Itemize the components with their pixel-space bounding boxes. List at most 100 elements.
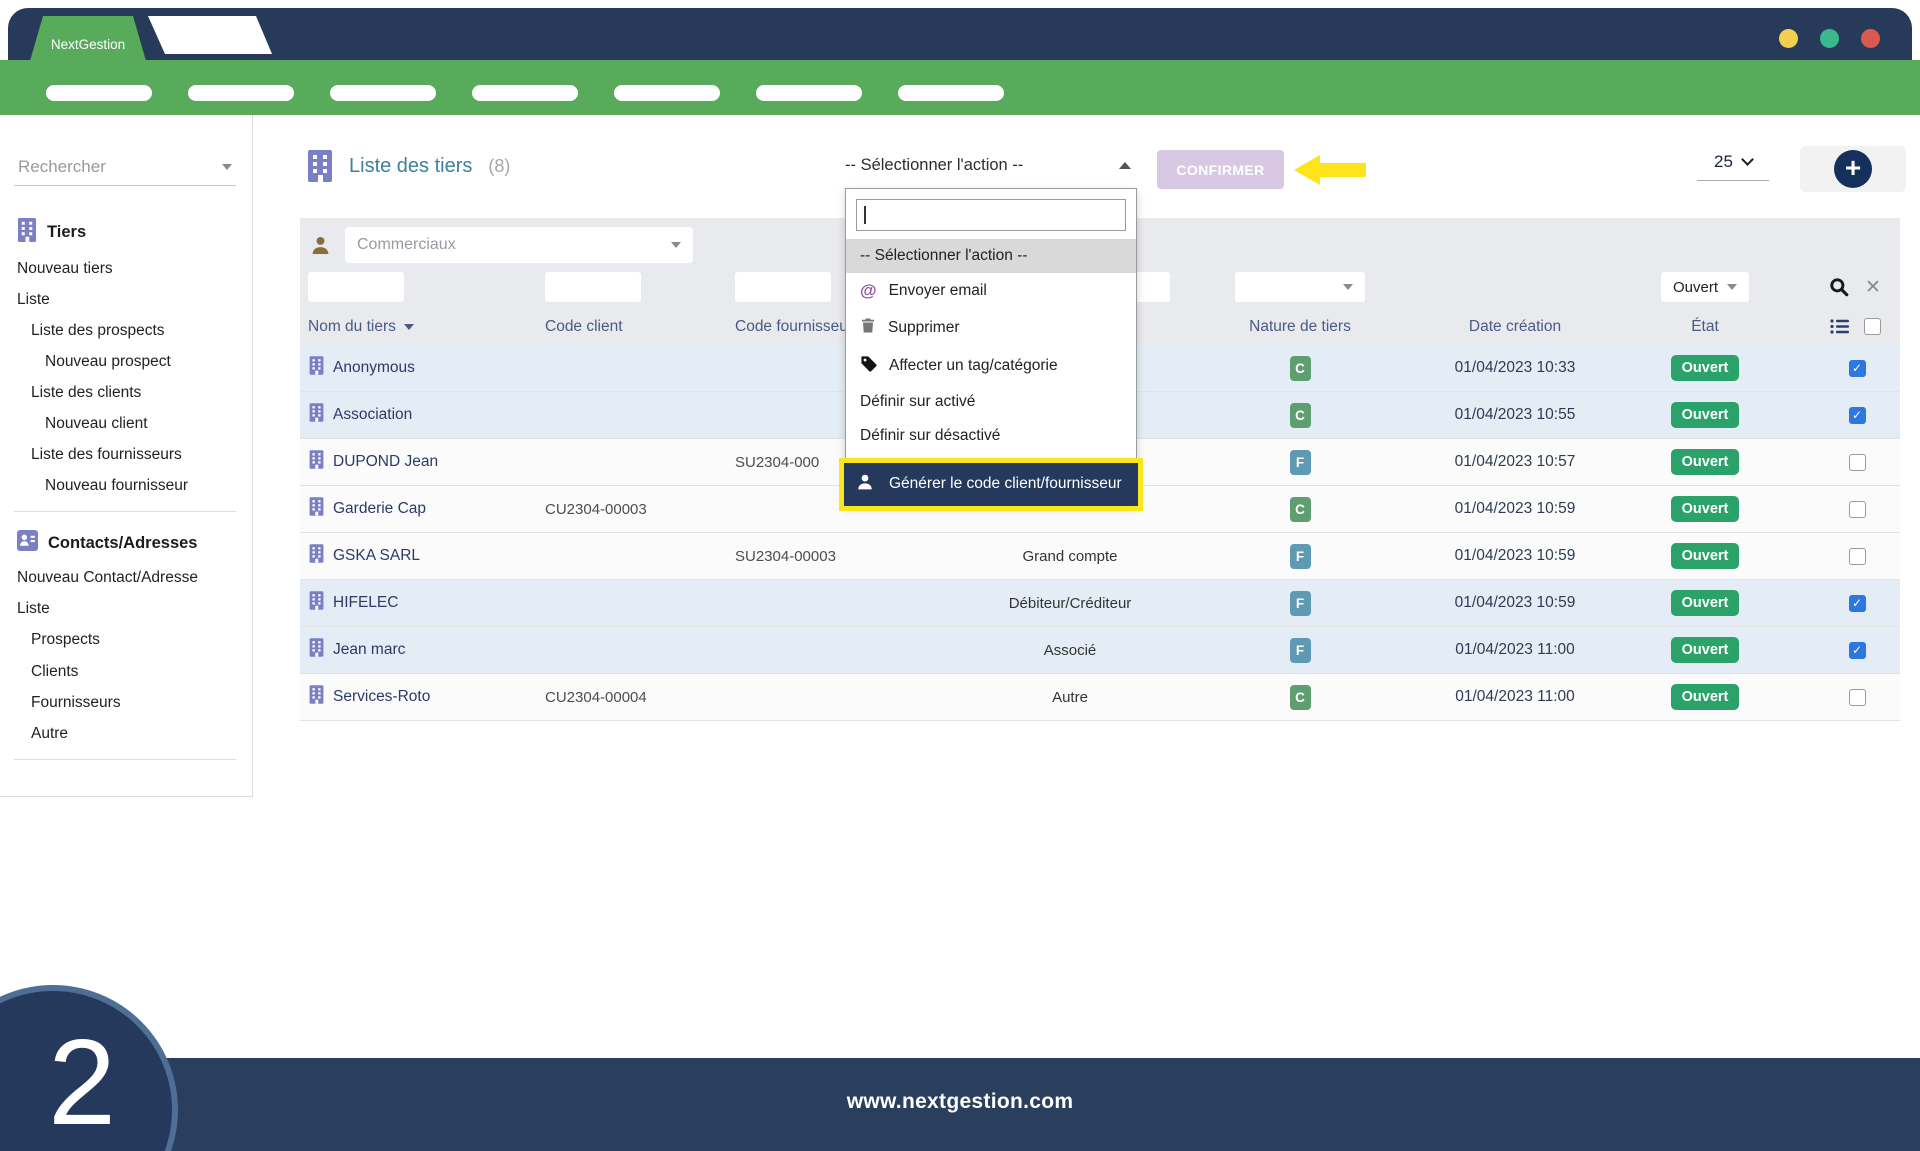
nav-menu-pill[interactable] xyxy=(330,85,436,101)
sidebar-item-liste[interactable]: Liste xyxy=(0,284,252,315)
row-checkbox[interactable] xyxy=(1849,689,1866,706)
date-creation-cell: 01/04/2023 11:00 xyxy=(1400,688,1630,706)
commercial-filter-select[interactable]: Commerciaux xyxy=(345,227,693,263)
chevron-down-icon xyxy=(1343,284,1353,290)
confirm-button[interactable]: CONFIRMER xyxy=(1157,150,1284,189)
dropdown-item-envoyer-email[interactable]: @Envoyer email xyxy=(846,273,1136,309)
sidebar-item-nouveau-tiers[interactable]: Nouveau tiers xyxy=(0,253,252,284)
dropdown-item-d-finir-sur-activ[interactable]: Définir sur activé xyxy=(846,385,1136,419)
row-name-cell: Jean marc xyxy=(300,638,540,662)
checkbox-cell xyxy=(1780,548,1900,565)
main-navbar xyxy=(0,60,1920,115)
select-all-checkbox[interactable] xyxy=(1864,318,1881,335)
table-row[interactable]: GSKA SARLSU2304-00003Grand compteF01/04/… xyxy=(300,533,1900,580)
sidebar-item-nouveau-client[interactable]: Nouveau client xyxy=(0,408,252,439)
nature-badge: F xyxy=(1290,638,1311,663)
row-checkbox[interactable] xyxy=(1849,454,1866,471)
column-header-code-client[interactable]: Code client xyxy=(540,318,730,336)
add-record-button[interactable]: + xyxy=(1800,146,1906,192)
sidebar-item-autre[interactable]: Autre xyxy=(0,718,252,749)
nav-menu-pill[interactable] xyxy=(472,85,578,101)
building-icon xyxy=(309,450,324,474)
sidebar-item-liste-des-fournisseurs[interactable]: Liste des fournisseurs xyxy=(0,439,252,470)
sidebar-item-nouveau-contact-adresse[interactable]: Nouveau Contact/Adresse xyxy=(0,562,252,593)
dropdown-item-generer-le-code[interactable]: Générer le code client/fournisseur xyxy=(839,458,1143,511)
column-header-etat[interactable]: État xyxy=(1630,318,1780,336)
column-header-nom[interactable]: Nom du tiers xyxy=(300,318,540,336)
nav-menu-pill[interactable] xyxy=(756,85,862,101)
nav-menu-pill[interactable] xyxy=(188,85,294,101)
table-row[interactable]: HIFELECDébiteur/CréditeurF01/04/2023 10:… xyxy=(300,580,1900,627)
sidebar-item-prospects[interactable]: Prospects xyxy=(0,624,252,655)
record-count: (8) xyxy=(488,156,510,177)
search-icon[interactable] xyxy=(1829,277,1849,297)
table-row[interactable]: Services-RotoCU2304-00004AutreC01/04/202… xyxy=(300,674,1900,721)
brand-tab[interactable]: NextGestion xyxy=(30,16,146,61)
tiers-name-link[interactable]: Garderie Cap xyxy=(333,500,426,518)
sidebar-item-nouveau-prospect[interactable]: Nouveau prospect xyxy=(0,346,252,377)
table-row[interactable]: Jean marcAssociéF01/04/2023 11:00Ouvert✓ xyxy=(300,627,1900,674)
chevron-down-icon xyxy=(671,242,681,248)
dropdown-item-d-finir-sur-d-sactiv[interactable]: Définir sur désactivé xyxy=(846,419,1136,453)
nature-cell: C xyxy=(1200,497,1400,522)
sidebar-item-nouveau-fournisseur[interactable]: Nouveau fournisseur xyxy=(0,470,252,501)
filter-input-nom[interactable] xyxy=(308,272,404,302)
tiers-name-link[interactable]: HIFELEC xyxy=(333,594,398,612)
tiers-name-link[interactable]: Jean marc xyxy=(333,641,405,659)
action-select[interactable]: -- Sélectionner l'action -- xyxy=(845,156,1137,175)
dropdown-item-s-lectionner-l-action[interactable]: -- Sélectionner l'action -- xyxy=(846,239,1136,273)
sidebar-item-liste[interactable]: Liste xyxy=(0,593,252,624)
nav-menu-pill[interactable] xyxy=(46,85,152,101)
building-icon xyxy=(309,638,324,662)
window-titlebar xyxy=(8,8,1912,60)
dropdown-item-supprimer[interactable]: Supprimer xyxy=(846,309,1136,347)
column-header-date[interactable]: Date création xyxy=(1400,318,1630,336)
tiers-name-link[interactable]: Services-Roto xyxy=(333,688,430,706)
etat-cell: Ouvert xyxy=(1630,449,1780,475)
nature-badge: C xyxy=(1290,403,1311,428)
tiers-name-link[interactable]: GSKA SARL xyxy=(333,547,420,565)
sidebar-item-liste-des-clients[interactable]: Liste des clients xyxy=(0,377,252,408)
row-checkbox[interactable]: ✓ xyxy=(1849,642,1866,659)
filter-input-code-client[interactable] xyxy=(545,272,641,302)
dropdown-item-label: Affecter un tag/catégorie xyxy=(889,357,1058,375)
sidebar-search-placeholder: Rechercher xyxy=(18,157,106,177)
sidebar-section-tiers[interactable]: Tiers xyxy=(0,212,252,253)
sidebar-item-clients[interactable]: Clients xyxy=(0,656,252,687)
blank-tab[interactable] xyxy=(148,16,272,54)
filter-select-etat[interactable]: Ouvert xyxy=(1661,272,1749,302)
filter-input-code-fournisseur[interactable] xyxy=(735,272,831,302)
page-size-select[interactable]: 25 xyxy=(1697,152,1769,181)
sort-caret-icon xyxy=(404,324,414,330)
window-dot-red xyxy=(1861,29,1880,48)
status-badge: Ouvert xyxy=(1671,590,1740,616)
nav-menu-pill[interactable] xyxy=(898,85,1004,101)
nature-cell: C xyxy=(1200,403,1400,428)
filter-select-nature[interactable] xyxy=(1235,272,1365,302)
row-checkbox[interactable]: ✓ xyxy=(1849,595,1866,612)
code-client-cell: CU2304-00004 xyxy=(540,689,730,706)
close-icon[interactable]: ✕ xyxy=(1865,276,1881,299)
list-view-icon[interactable] xyxy=(1830,318,1850,335)
sidebar-item-fournisseurs[interactable]: Fournisseurs xyxy=(0,687,252,718)
chevron-up-icon xyxy=(1119,162,1131,169)
row-checkbox[interactable] xyxy=(1849,501,1866,518)
etat-filter-value: Ouvert xyxy=(1673,279,1718,296)
checkbox-cell: ✓ xyxy=(1780,642,1900,659)
sidebar-section-contacts-adresses[interactable]: Contacts/Adresses xyxy=(0,524,252,562)
sidebar-item-liste-des-prospects[interactable]: Liste des prospects xyxy=(0,315,252,346)
row-checkbox[interactable]: ✓ xyxy=(1849,407,1866,424)
tiers-name-link[interactable]: Anonymous xyxy=(333,359,415,377)
tiers-name-link[interactable]: DUPOND Jean xyxy=(333,453,438,471)
tiers-name-link[interactable]: Association xyxy=(333,406,412,424)
row-checkbox[interactable] xyxy=(1849,548,1866,565)
sidebar-search-select[interactable]: Rechercher xyxy=(14,151,236,186)
column-header-nature[interactable]: Nature de tiers xyxy=(1200,318,1400,336)
nav-menu-pill[interactable] xyxy=(614,85,720,101)
row-checkbox[interactable]: ✓ xyxy=(1849,360,1866,377)
dropdown-search-input[interactable] xyxy=(856,199,1126,231)
sidebar-section-title: Tiers xyxy=(47,223,86,242)
dropdown-item-affecter-un-tag-cat-gorie[interactable]: Affecter un tag/catégorie xyxy=(846,347,1136,385)
window-dot-green xyxy=(1820,29,1839,48)
code-fournisseur-cell: SU2304-00003 xyxy=(730,548,940,565)
